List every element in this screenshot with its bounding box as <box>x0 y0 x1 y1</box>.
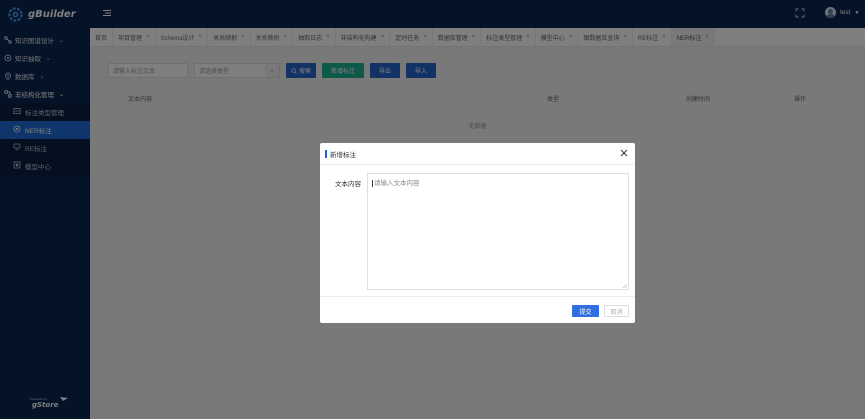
dialog-header: 新增标注 <box>320 143 635 165</box>
cancel-button[interactable]: 取消 <box>604 305 629 317</box>
resize-handle-icon[interactable] <box>623 284 627 288</box>
submit-button[interactable]: 提交 <box>572 305 599 317</box>
text-content-label: 文本内容 <box>335 181 361 188</box>
textarea-placeholder: 请输入文本内容 <box>374 180 420 187</box>
text-content-textarea[interactable]: 请输入文本内容 <box>367 173 629 290</box>
submit-button-label: 提交 <box>579 309 592 316</box>
text-cursor <box>372 179 373 187</box>
title-accent-bar <box>325 149 327 158</box>
cancel-button-label: 取消 <box>610 309 623 316</box>
add-annotation-dialog: 新增标注 文本内容 请输入文本内容 提交 取消 <box>320 143 635 323</box>
dialog-title: 新增标注 <box>330 151 356 159</box>
close-icon[interactable] <box>620 149 628 157</box>
